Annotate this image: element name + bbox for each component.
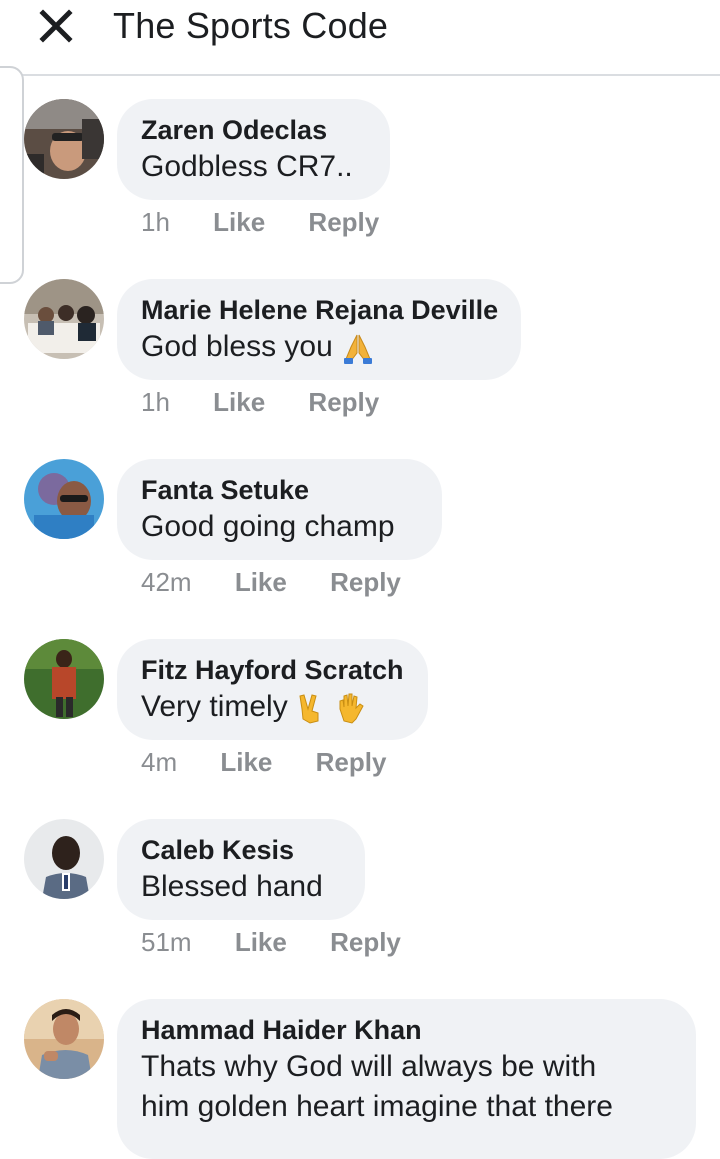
comment-author[interactable]: Fanta Setuke — [141, 473, 418, 507]
comment-text-line: him golden heart imagine that there — [141, 1090, 613, 1123]
close-button[interactable] — [36, 6, 76, 46]
avatar[interactable] — [24, 99, 104, 179]
reply-button[interactable]: Reply — [316, 745, 387, 779]
reply-button[interactable]: Reply — [308, 385, 379, 419]
comment-text: Good going champ — [141, 510, 395, 543]
comment-time: 1h — [141, 207, 170, 237]
comment-text: Blessed hand — [141, 870, 323, 903]
page-title: The Sports Code — [113, 5, 389, 46]
reply-button[interactable]: Reply — [308, 205, 379, 239]
avatar[interactable] — [24, 459, 104, 539]
comment-time: 1h — [141, 387, 170, 417]
like-button[interactable]: Like — [220, 745, 272, 779]
comment-author[interactable]: Zaren Odeclas — [141, 113, 366, 147]
raised-hand-icon — [339, 693, 364, 724]
comment-bubble: Fitz Hayford Scratch Very timely — [117, 639, 428, 740]
avatar[interactable] — [24, 639, 104, 719]
comment-text: God bless you — [141, 327, 497, 367]
top-bar: The Sports Code — [0, 0, 720, 76]
comment-actions: 1h Like Reply — [141, 385, 415, 419]
comment-actions: 1h Like Reply — [141, 205, 415, 239]
comment-bubble: Fanta Setuke Good going champ — [117, 459, 442, 560]
avatar[interactable] — [24, 999, 104, 1079]
close-icon[interactable] — [39, 9, 73, 43]
reply-button[interactable]: Reply — [330, 565, 401, 599]
comment-text: Godbless CR7.. — [141, 150, 353, 183]
victory-hand-icon — [299, 694, 319, 724]
reply-button[interactable]: Reply — [330, 925, 401, 959]
comment-text-line: Thats why God will always be with — [141, 1050, 597, 1083]
comment-text: Very timely — [141, 687, 404, 727]
comment-author[interactable]: Caleb Kesis — [141, 833, 341, 867]
side-drawer-handle[interactable] — [0, 66, 24, 284]
comment-actions: 4m Like Reply — [141, 745, 422, 779]
comment-time: 42m — [141, 567, 192, 597]
comment-time: 51m — [141, 927, 192, 957]
folded-hands-icon — [343, 334, 372, 365]
like-button[interactable]: Like — [213, 385, 265, 419]
comment-actions: 51m Like Reply — [141, 925, 437, 959]
comment-author[interactable]: Marie Helene Rejana Deville — [141, 293, 498, 327]
comment-bubble: Caleb Kesis Blessed hand — [117, 819, 365, 920]
avatar[interactable] — [24, 819, 104, 899]
like-button[interactable]: Like — [235, 565, 287, 599]
comment-actions: 42m Like Reply — [141, 565, 437, 599]
comment-bubble: Hammad Haider Khan Thats why God will al… — [117, 999, 696, 1159]
avatar[interactable] — [24, 279, 104, 359]
comment-bubble: Marie Helene Rejana Deville God bless yo… — [117, 279, 521, 380]
like-button[interactable]: Like — [213, 205, 265, 239]
like-button[interactable]: Like — [235, 925, 287, 959]
comment-author[interactable]: Hammad Haider Khan — [141, 1013, 672, 1047]
comment-author[interactable]: Fitz Hayford Scratch — [141, 653, 404, 687]
comment-time: 4m — [141, 747, 178, 777]
comment-bubble: Zaren Odeclas Godbless CR7.. — [117, 99, 390, 200]
